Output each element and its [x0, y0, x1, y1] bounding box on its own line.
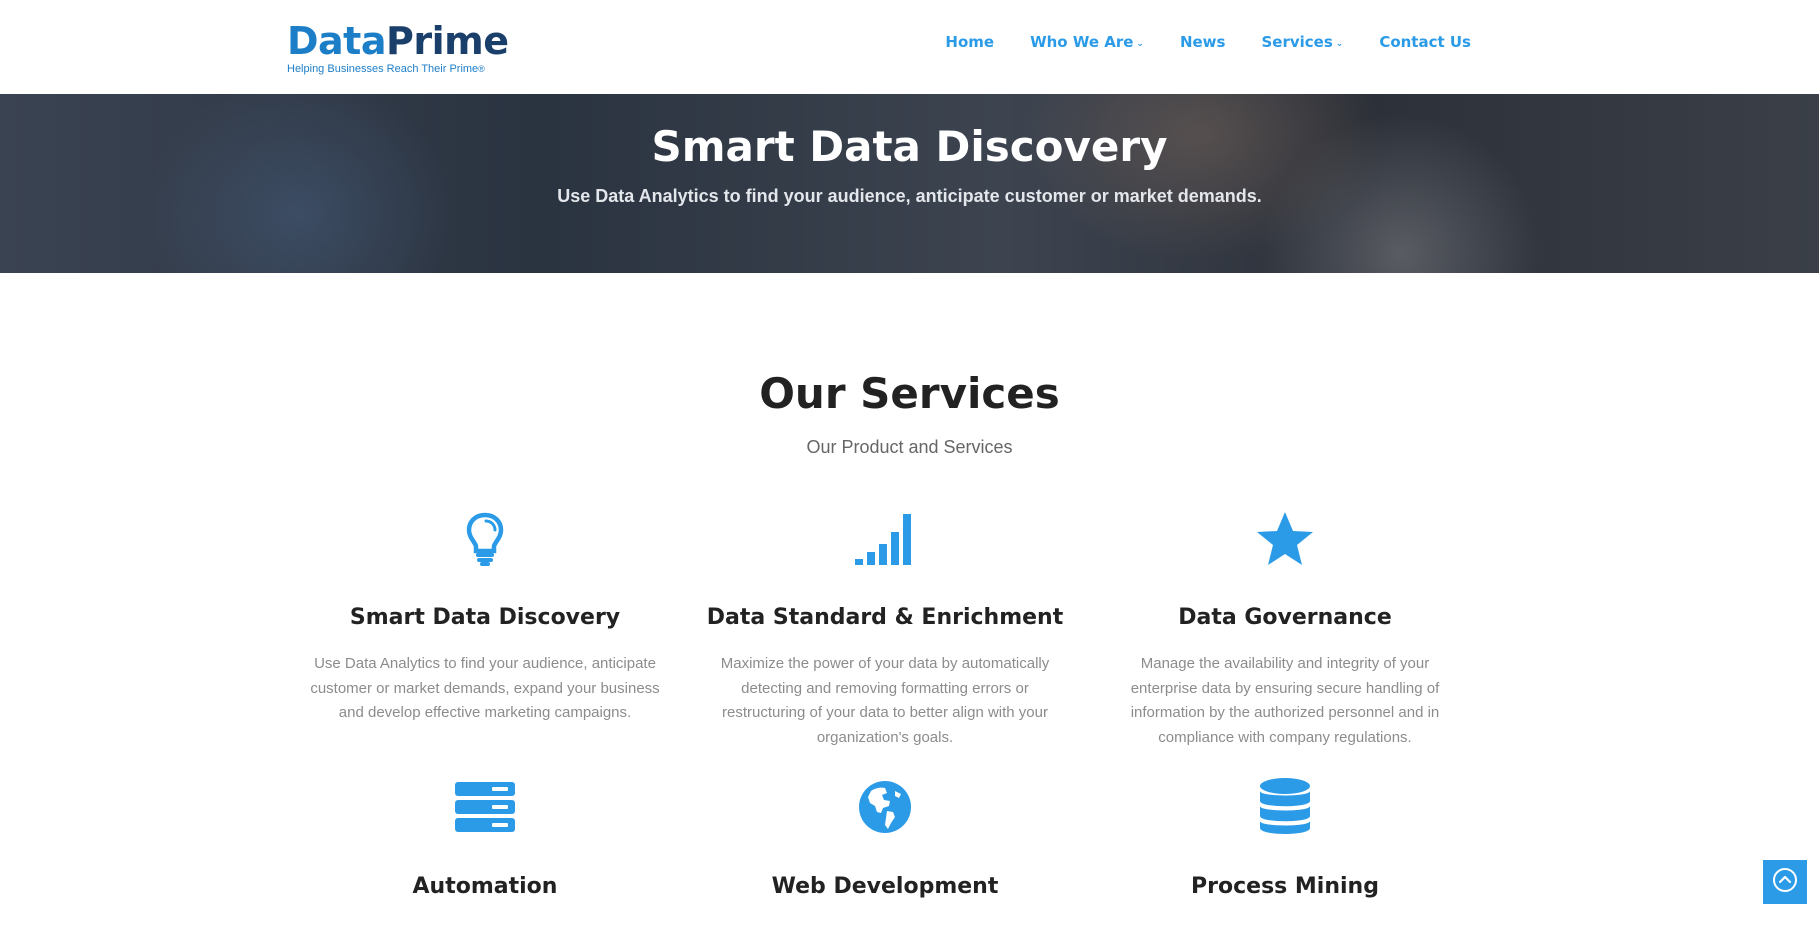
- service-title: Web Development: [771, 874, 999, 899]
- back-to-top-button[interactable]: [1763, 860, 1807, 904]
- database-icon: [1250, 776, 1320, 838]
- logo[interactable]: DataPrime Helping Businesses Reach Their…: [287, 19, 509, 76]
- chevron-down-icon: ⌄: [1136, 39, 1144, 49]
- hero-title: Smart Data Discovery: [651, 122, 1168, 171]
- nav-services[interactable]: Services ⌄: [1261, 31, 1343, 53]
- main-nav: Home Who We Are ⌄ News Services ⌄ Contact …: [909, 31, 1471, 53]
- hero-subtitle: Use Data Analytics to find your audience…: [557, 186, 1262, 206]
- server-icon: [450, 776, 520, 838]
- globe-icon: [850, 776, 920, 838]
- service-description: Manage the availability and integrity of…: [1130, 655, 1440, 746]
- signal-bars-icon: [850, 508, 920, 570]
- service-description: Maximize the power of your data by autom…: [720, 655, 1050, 746]
- logo-tagline: Helping Businesses Reach Their Prime®: [287, 63, 485, 75]
- site-header: DataPrime Helping Businesses Reach Their…: [0, 0, 1819, 94]
- hero-banner: Smart Data Discovery Use Data Analytics …: [0, 94, 1819, 273]
- services-title: Our Services: [759, 369, 1060, 418]
- logo-wordmark: DataPrime: [287, 19, 509, 63]
- nav-contact-us[interactable]: Contact Us: [1379, 31, 1471, 53]
- services-subtitle: Our Product and Services: [806, 437, 1013, 457]
- service-title: Automation: [412, 874, 558, 899]
- service-title: Data Governance: [1178, 605, 1392, 630]
- nav-who-we-are[interactable]: Who We Are ⌄: [1030, 31, 1144, 53]
- nav-home[interactable]: Home: [945, 31, 994, 53]
- star-icon: [1250, 508, 1320, 570]
- service-title: Data Standard & Enrichment: [706, 605, 1064, 630]
- service-description: Use Data Analytics to find your audience…: [310, 655, 660, 721]
- service-title: Smart Data Discovery: [349, 605, 621, 630]
- lightbulb-icon: [450, 508, 520, 570]
- chevron-down-icon: ⌄: [1335, 39, 1344, 49]
- nav-news[interactable]: News: [1180, 31, 1226, 53]
- hero-background-image: [0, 94, 1819, 273]
- chevron-up-circle-icon: [1772, 867, 1798, 898]
- service-title: Process Mining: [1191, 874, 1379, 899]
